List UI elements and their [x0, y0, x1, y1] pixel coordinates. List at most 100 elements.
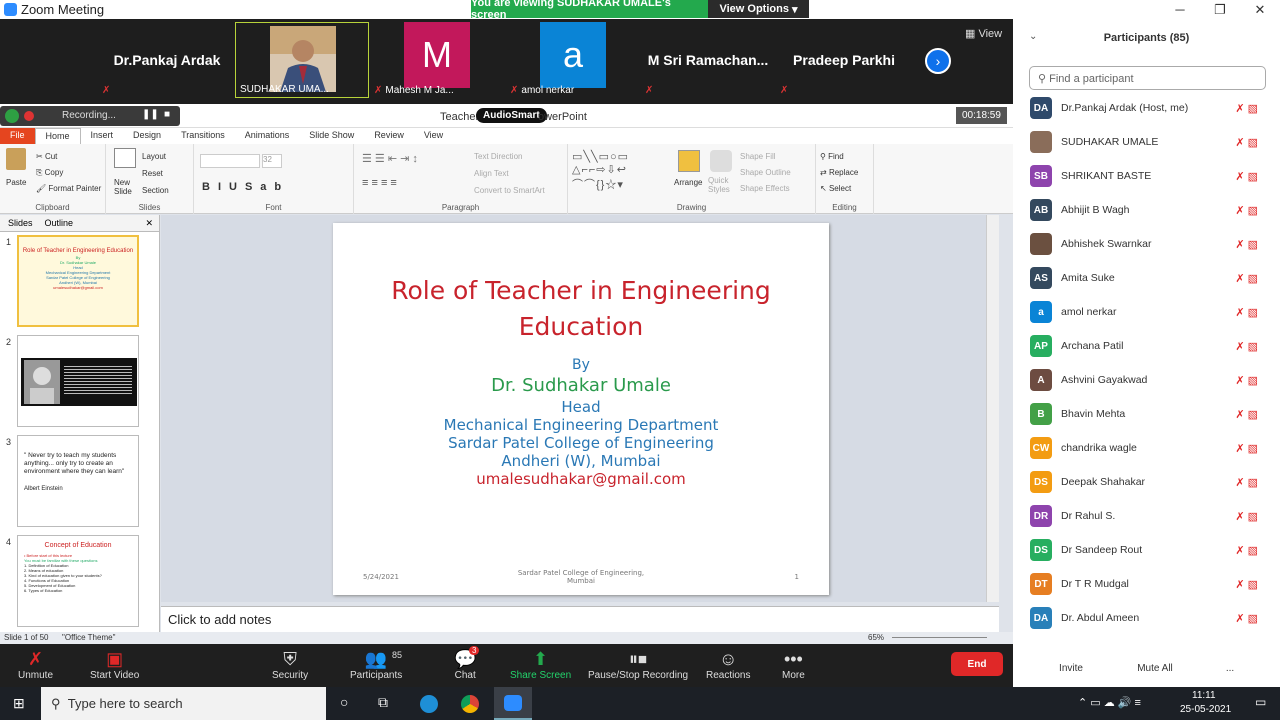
reset-button[interactable]: Reset	[142, 169, 163, 178]
participant-row[interactable]: A Ashvini Gayakwad ✗ ▧	[1013, 363, 1280, 397]
security-button[interactable]: ⛨ Security	[272, 648, 308, 681]
participant-row[interactable]: AB Abhijit B Wagh ✗ ▧	[1013, 193, 1280, 227]
participant-status-icons[interactable]: ✗ ▧	[1235, 238, 1258, 251]
convert-smartart-button[interactable]: Convert to SmartArt	[474, 186, 545, 195]
new-slide-button[interactable]: New Slide	[114, 178, 144, 196]
close-window-button[interactable]: ✕	[1240, 2, 1280, 18]
participant-status-icons[interactable]: ✗ ▧	[1235, 510, 1258, 523]
find-button[interactable]: ⚲ Find	[820, 152, 844, 161]
participant-row[interactable]: DS Dr Sandeep Rout ✗ ▧	[1013, 533, 1280, 567]
participant-status-icons[interactable]: ✗ ▧	[1235, 442, 1258, 455]
shape-fill-button[interactable]: Shape Fill	[740, 152, 776, 161]
zoom-slider[interactable]	[892, 637, 987, 638]
tab-view[interactable]: View	[414, 128, 453, 144]
font-name-dropdown[interactable]	[200, 154, 260, 168]
view-options-button[interactable]: View Options ▾	[708, 0, 809, 18]
participant-row[interactable]: Abhishek Swarnkar ✗ ▧	[1013, 227, 1280, 261]
participant-row[interactable]: DA Dr. Abdul Ameen ✗ ▧	[1013, 601, 1280, 635]
task-view-icon[interactable]: ⧉	[378, 694, 388, 711]
participant-status-icons[interactable]: ✗ ▧	[1235, 374, 1258, 387]
windows-start-icon[interactable]: ⊞	[13, 695, 25, 712]
tab-review[interactable]: Review	[364, 128, 414, 144]
view-button[interactable]: ▦ View	[965, 27, 1002, 40]
unmute-button[interactable]: ✗ Unmute	[18, 648, 53, 681]
replace-button[interactable]: ⇄ Replace	[820, 168, 858, 177]
share-screen-button[interactable]: ⬆ Share Screen	[510, 648, 571, 681]
text-direction-button[interactable]: Text Direction	[474, 152, 522, 161]
tab-insert[interactable]: Insert	[81, 128, 124, 144]
slide-thumbnail[interactable]: Role of Teacher in Engineering Education…	[17, 235, 139, 327]
restore-button[interactable]: ❐	[1200, 2, 1240, 18]
video-tile[interactable]: Pradeep Parkhi	[777, 22, 911, 98]
format-painter-button[interactable]: 🖌 Format Painter	[36, 184, 101, 193]
participant-status-icons[interactable]: ✗ ▧	[1235, 204, 1258, 217]
reactions-button[interactable]: ☺ Reactions	[706, 648, 750, 681]
vertical-scrollbar[interactable]	[986, 215, 999, 602]
participant-row[interactable]: DS Deepak Shahakar ✗ ▧	[1013, 465, 1280, 499]
pause-stop-recording-button[interactable]: ⏸⏹ Pause/Stop Recording	[588, 648, 688, 681]
shape-effects-button[interactable]: Shape Effects	[740, 184, 790, 193]
participant-row[interactable]: SB SHRIKANT BASTE ✗ ▧	[1013, 159, 1280, 193]
video-tile[interactable]: a ✗ amol nerkar	[506, 22, 640, 98]
cut-button[interactable]: ✂ Cut	[36, 152, 57, 161]
participant-status-icons[interactable]: ✗ ▧	[1235, 102, 1258, 115]
participant-row[interactable]: CW chandrika wagle ✗ ▧	[1013, 431, 1280, 465]
tab-home[interactable]: Home	[34, 128, 81, 144]
video-tile[interactable]: M Sri Ramachan...	[641, 22, 775, 98]
font-format-buttons[interactable]: BIUSab	[202, 181, 289, 193]
participant-status-icons[interactable]: ✗ ▧	[1235, 340, 1258, 353]
slide-thumbnail[interactable]: " Never try to teach my students anythin…	[17, 435, 139, 527]
font-size-dropdown[interactable]: 32	[262, 154, 282, 168]
video-tile[interactable]: M ✗ Mahesh M Ja...	[370, 22, 504, 98]
taskbar-search[interactable]: ⚲ Type here to search	[41, 687, 326, 720]
participant-status-icons[interactable]: ✗ ▧	[1235, 408, 1258, 421]
participant-row[interactable]: AS Amita Suke ✗ ▧	[1013, 261, 1280, 295]
minimize-button[interactable]: ─	[1160, 2, 1200, 17]
participant-row[interactable]: a amol nerkar ✗ ▧	[1013, 295, 1280, 329]
participant-status-icons[interactable]: ✗ ▧	[1235, 476, 1258, 489]
start-video-button[interactable]: ▣ Start Video	[90, 648, 139, 681]
pause-recording-button[interactable]: ❚❚	[142, 109, 159, 120]
participant-status-icons[interactable]: ✗ ▧	[1235, 544, 1258, 557]
current-slide[interactable]: Role of Teacher in Engineering Education…	[333, 223, 829, 595]
section-button[interactable]: Section	[142, 186, 169, 195]
tab-transitions[interactable]: Transitions	[171, 128, 235, 144]
select-button[interactable]: ↖ Select	[820, 184, 851, 193]
zoom-taskbar-icon[interactable]	[494, 687, 532, 720]
participant-search-input[interactable]: ⚲ Find a participant	[1029, 66, 1266, 90]
system-tray-icons[interactable]: ⌃ ▭ ☁ 🔊 ≡	[1078, 696, 1141, 709]
video-tile-active-speaker[interactable]: SUDHAKAR UMA...	[235, 22, 369, 98]
notifications-icon[interactable]: ▭	[1255, 695, 1266, 709]
invite-button[interactable]: Invite	[1049, 657, 1093, 679]
tab-slide-show[interactable]: Slide Show	[299, 128, 364, 144]
cortana-icon[interactable]: ○	[340, 694, 348, 710]
participant-row[interactable]: AP Archana Patil ✗ ▧	[1013, 329, 1280, 363]
tab-file[interactable]: File	[0, 128, 35, 144]
video-tile[interactable]: Dr.Pankaj Ardak	[100, 22, 234, 98]
align-text-button[interactable]: Align Text	[474, 169, 509, 178]
participant-status-icons[interactable]: ✗ ▧	[1235, 170, 1258, 183]
stop-recording-button[interactable]: ■	[164, 109, 170, 120]
notes-pane[interactable]: Click to add notes	[161, 606, 999, 632]
participant-status-icons[interactable]: ✗ ▧	[1235, 136, 1258, 149]
participant-row[interactable]: DR Dr Rahul S. ✗ ▧	[1013, 499, 1280, 533]
participant-status-icons[interactable]: ✗ ▧	[1235, 306, 1258, 319]
participant-row[interactable]: SUDHAKAR UMALE ✗ ▧	[1013, 125, 1280, 159]
participant-status-icons[interactable]: ✗ ▧	[1235, 272, 1258, 285]
slide-thumbnail[interactable]	[17, 335, 139, 427]
close-pane-icon[interactable]: ✕	[145, 218, 153, 229]
tab-outline[interactable]: Outline	[45, 218, 74, 228]
layout-button[interactable]: Layout	[142, 152, 166, 161]
tab-animations[interactable]: Animations	[235, 128, 300, 144]
shapes-gallery[interactable]: ▭╲╲▭○▭ △⌐⌐⇨⇩↩ ⌒⌒{}☆▾	[572, 150, 629, 192]
participant-row[interactable]: B Bhavin Mehta ✗ ▧	[1013, 397, 1280, 431]
more-options-button[interactable]: ...	[1219, 657, 1241, 679]
participant-row[interactable]: DT Dr T R Mudgal ✗ ▧	[1013, 567, 1280, 601]
participant-status-icons[interactable]: ✗ ▧	[1235, 578, 1258, 591]
mute-all-button[interactable]: Mute All	[1127, 657, 1183, 679]
end-meeting-button[interactable]: End	[951, 652, 1003, 676]
list-buttons[interactable]: ☰ ☰ ⇤ ⇥ ↕	[362, 152, 418, 165]
chrome-icon[interactable]	[461, 695, 479, 713]
copy-button[interactable]: ⎘ Copy	[36, 168, 63, 178]
shape-outline-button[interactable]: Shape Outline	[740, 168, 791, 177]
